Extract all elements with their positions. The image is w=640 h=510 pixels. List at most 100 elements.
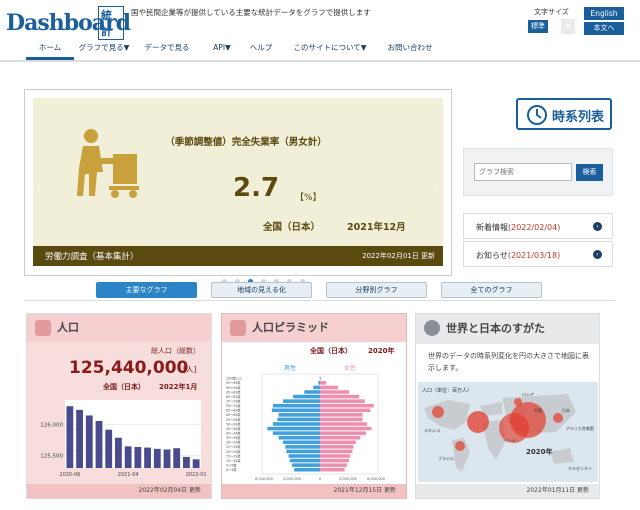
nav-about[interactable]: このサイトについて▼ [288,38,372,60]
age-label: 80～84歳 [226,394,241,399]
map-country: 中国 [534,407,542,413]
bar [124,446,132,468]
world-title: 世界と日本のすがた [446,322,545,335]
x-tick-label: 2021-04 [118,472,139,478]
male-bar [292,463,320,467]
slide-footer: 労働力調査（基本集計） 2022年02月01日 更新 [33,246,443,266]
bubble-brazil [455,441,465,451]
slide-title: （季節調整値）完全失業率（男女計） [165,137,327,148]
population-updated: 2022年02月04日 更新 [27,484,211,498]
age-label: 50～54歳 [226,421,241,426]
male-bar [278,435,320,440]
y-tick-label: 126,000 [40,423,63,429]
world-updated: 2022年01月11日 更新 [416,484,599,498]
font-standard-button[interactable]: 標準 [528,20,548,33]
female-bar [320,440,356,445]
world-card-header: 世界と日本のすがた [416,314,599,344]
population-card[interactable]: 人口 総人口（総数） 125,440,000 [人] 全国（日本） 2022年1… [26,313,212,499]
bar [105,429,113,468]
female-bar [320,417,363,422]
male-bar [313,385,320,390]
next-arrow-icon[interactable]: › [435,184,439,195]
chevron-right-icon: › [593,250,602,259]
male-bar [285,445,320,449]
population-value: 125,440,000 [69,358,189,378]
male-bar [272,431,320,435]
map-country: メキシコ [424,428,440,433]
female-bar [320,445,354,449]
bar [144,447,151,468]
pyramid-year: 2020年 [368,347,395,355]
world-description: 世界のデータの時系列変化を円の大きさで地図に表示します。 [428,352,589,372]
bar [153,448,161,468]
male-bar [267,426,320,431]
font-large-button[interactable]: 大 [561,19,575,34]
news-link[interactable]: 新着情報(2022/02/04) › [463,213,613,239]
nav-graph[interactable]: グラフで見る▼ [76,38,132,60]
pyramid-updated: 2021年12月15日 更新 [222,484,406,498]
female-bar [320,422,368,426]
pyramid-card[interactable]: 人口ピラミッド 全国（日本） 2020年 男性 女性 100歳以上 95～99歳 90～… [221,313,407,499]
bar [115,437,122,468]
slide-period: 2021年12月 [347,222,406,233]
x-tick-label: 0 [319,477,321,481]
world-map: 人口（単位：百万人） 2020年 アメリカ合衆国 メキシコ ブラジル アルゼンチ… [418,382,598,482]
divider [24,300,616,301]
nav-help[interactable]: ヘルプ [244,38,278,60]
female-bar [320,426,372,431]
male-bar [286,449,320,454]
tagline: 国や民間企業等が提供している主要な統計データをグラフで提供します [131,8,371,17]
search-button[interactable]: 検索 [576,164,603,181]
search-input[interactable] [474,163,572,181]
tab-regional[interactable]: 地域の見える化 [211,282,312,298]
nav-contact[interactable]: お問い合わせ [382,38,438,60]
female-bar [320,408,371,413]
age-label: 60～64歳 [226,412,241,417]
bar [66,406,74,468]
header: Dashboard 統計 国や民間企業等が提供している主要な統計データをグラフで… [0,0,640,40]
clock-icon [527,105,547,125]
world-card[interactable]: 世界と日本のすがた 世界のデータの時系列変化を円の大きさで地図に表示します。 人… [415,313,600,499]
slide-source: 労働力調査（基本集計） [45,252,139,262]
population-title: 人口 [57,321,79,334]
legend-male: 男性 [284,364,296,372]
tab-main-graphs[interactable]: 主要なグラフ [96,282,197,298]
female-bar [320,458,350,463]
nav-api[interactable]: API▼ [204,38,240,60]
male-bar [318,381,320,385]
skip-to-content-button[interactable]: 本文へ [584,22,624,35]
bar [173,448,181,468]
female-bar [320,390,350,394]
female-bar [320,413,363,417]
map-country: アルゼンチン [568,465,592,471]
male-bar [278,413,320,417]
people-icon [35,320,51,336]
english-button[interactable]: English [584,7,624,20]
tab-all-graphs[interactable]: 全てのグラフ [441,282,542,298]
timeseries-button[interactable]: 時系列表 [516,98,612,130]
female-bar [320,399,365,403]
male-bar [293,394,320,399]
male-bar [283,399,320,403]
prev-arrow-icon[interactable]: ‹ [37,184,41,195]
age-label: 20～24歳 [226,449,241,454]
tab-by-field[interactable]: 分野別グラフ [326,282,427,298]
age-label: 45～49歳 [226,426,241,431]
map-label: 人口（単位：百万人） [422,387,472,394]
male-bar [272,422,320,426]
site-logo[interactable]: Dashboard 統計 [6,4,131,40]
bubble-americas [467,411,489,433]
nav-data[interactable]: データで見る [140,38,194,60]
x-tick-label: 2020-06 [59,472,80,478]
age-label: 90～94歳 [226,385,241,390]
notice-link[interactable]: お知らせ(2021/03/18) › [463,241,613,267]
graph-search: 検索 [463,148,613,196]
nav-home[interactable]: ホーム [26,38,74,60]
bar [134,446,142,468]
slide-unemployment[interactable]: （季節調整値）完全失業率（男女計） 2.7 【%】 全国（日本） 2021年12… [33,98,443,266]
female-bar [320,431,366,435]
female-bar [320,435,361,440]
female-bar [320,385,338,390]
age-label: 95～99歳 [226,380,241,385]
pyramid-chart: 男性 女性 100歳以上95～99歳90～94歳85～89歳80～84歳75～79歳… [226,364,385,481]
